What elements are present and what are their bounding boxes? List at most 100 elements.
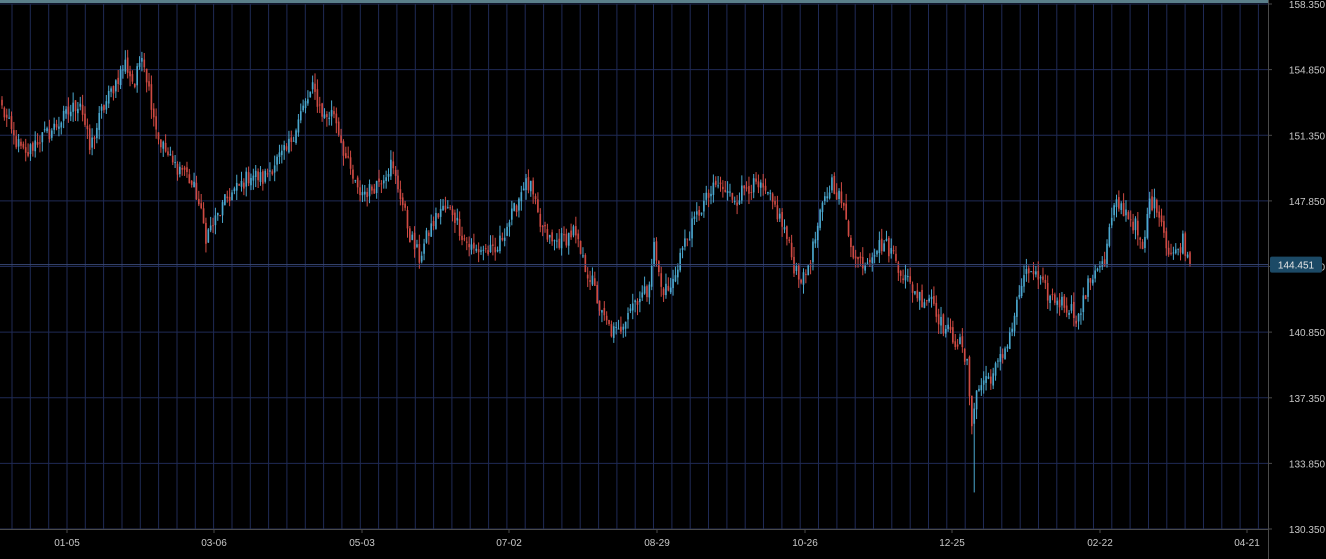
candle-body: [1035, 271, 1037, 275]
candle-body: [1025, 269, 1028, 274]
candle-body: [930, 296, 933, 300]
candle-body: [985, 376, 987, 383]
candle-body: [890, 248, 893, 254]
candle-body: [873, 255, 876, 257]
candle-body: [1134, 218, 1137, 231]
candle-body: [783, 227, 786, 230]
candle-body: [245, 171, 248, 187]
candle-body: [129, 71, 131, 77]
candle-body: [200, 203, 203, 209]
candle-body: [430, 223, 433, 237]
chart-canvas[interactable]: 158.350154.850151.350147.850144.350140.8…: [0, 0, 1326, 559]
candle-body: [74, 100, 77, 112]
candle-body: [665, 283, 667, 296]
candle-body: [1004, 348, 1006, 359]
candle-body: [96, 127, 98, 139]
candle-body: [902, 278, 904, 281]
candle-body: [399, 189, 402, 200]
candle-body: [593, 278, 596, 286]
candle-body: [489, 244, 492, 253]
candle-body: [667, 285, 670, 291]
candle-body: [100, 106, 103, 111]
candle-body: [695, 211, 698, 215]
candle-body: [86, 125, 89, 130]
candle-body: [681, 247, 684, 251]
candle-body: [733, 201, 736, 203]
candle-body: [363, 191, 366, 195]
candle-body: [309, 91, 312, 98]
candle-body: [456, 217, 459, 221]
candle-body: [157, 132, 160, 140]
candle-body: [776, 205, 779, 220]
candle-body: [1096, 268, 1099, 271]
candle-body: [598, 300, 601, 311]
candle-body: [297, 119, 300, 133]
candle-body: [546, 229, 549, 240]
candle-body: [591, 275, 594, 285]
candle-body: [1127, 212, 1130, 219]
candle-body: [736, 202, 738, 206]
candle-body: [767, 191, 769, 194]
candle-body: [866, 262, 869, 264]
candle-body: [473, 242, 475, 249]
candle-body: [55, 124, 58, 128]
candle-body: [1056, 300, 1059, 305]
candle-body: [72, 102, 74, 112]
candle-body: [563, 234, 565, 236]
candle-body: [952, 327, 954, 343]
candle-body: [15, 136, 18, 148]
candle-body: [212, 225, 214, 227]
x-tick-label: 03-06: [201, 538, 227, 549]
candle-body: [406, 209, 409, 229]
candle-body: [731, 192, 734, 200]
candle-body: [529, 181, 532, 192]
candle-body: [729, 191, 731, 193]
candle-body: [525, 178, 527, 191]
candle-body: [318, 104, 321, 106]
candle-body: [795, 266, 798, 271]
candle-body: [603, 308, 606, 316]
candle-body: [1144, 236, 1146, 248]
candle-body: [366, 191, 368, 198]
candle-body: [482, 249, 485, 251]
candle-body: [703, 200, 705, 212]
candle-body: [385, 177, 387, 181]
candle-body: [824, 196, 826, 202]
candle-body: [499, 235, 501, 252]
candle-body: [513, 203, 516, 211]
candle-body: [219, 215, 221, 217]
candle-body: [631, 303, 634, 311]
candle-body: [378, 178, 380, 182]
candle-body: [29, 144, 32, 155]
candle-body: [582, 255, 584, 257]
candle-body: [802, 272, 805, 285]
candle-body: [105, 101, 108, 110]
candle-body: [164, 142, 167, 152]
candle-body: [918, 291, 921, 301]
candle-body: [1160, 215, 1163, 223]
candle-body: [762, 183, 764, 188]
candle-body: [987, 376, 990, 379]
candle-body: [295, 130, 297, 143]
candle-body: [69, 111, 72, 117]
candle-body: [909, 276, 912, 283]
candle-body: [575, 226, 577, 236]
candle-body: [444, 205, 447, 210]
candle-body: [1049, 295, 1051, 304]
candle-body: [842, 202, 845, 206]
candle-body: [781, 212, 783, 227]
candle-body: [935, 302, 938, 317]
candle-body: [982, 380, 985, 385]
y-tick-label: 140.850: [1289, 328, 1326, 339]
candle-body: [58, 126, 60, 129]
candle-body: [869, 259, 871, 263]
y-tick-label: 130.350: [1289, 525, 1326, 536]
candle-body: [686, 238, 689, 240]
candle-body: [480, 250, 482, 252]
candle-body: [1023, 275, 1025, 287]
candle-body: [608, 319, 610, 325]
candle-body: [707, 192, 710, 198]
y-tick-label: 151.350: [1289, 131, 1326, 142]
candle-body: [508, 222, 511, 227]
candle-body: [190, 180, 193, 185]
